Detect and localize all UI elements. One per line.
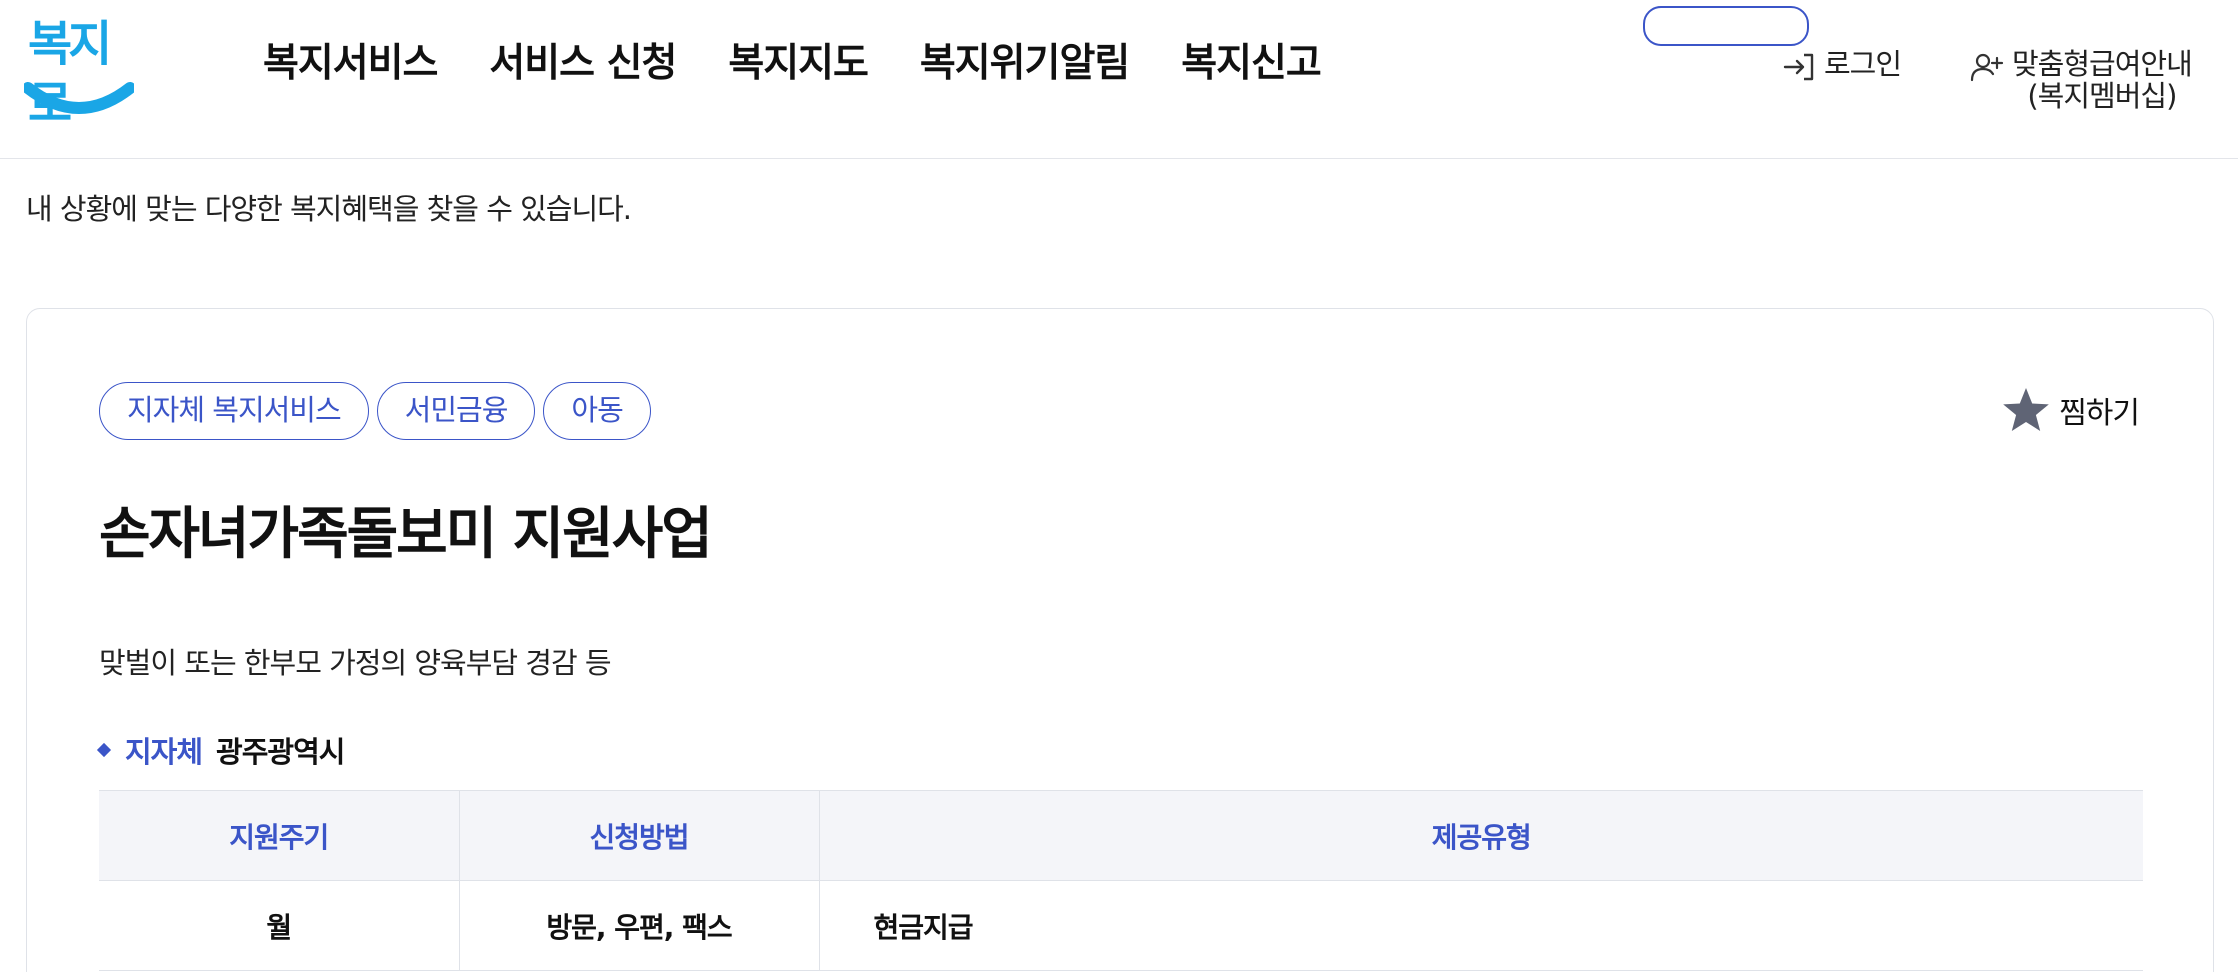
- service-summary: 맞벌이 또는 한부모 가정의 양육부담 경감 등: [99, 646, 612, 680]
- nav-item-welfare-services[interactable]: 복지서비스: [263, 36, 438, 92]
- header-provision-type: 제공유형: [818, 790, 2143, 881]
- diamond-bullet-icon: [96, 742, 112, 758]
- table-row: 월 방문, 우편, 팩스 현금지급: [99, 880, 2143, 971]
- service-title: 손자녀가족돌보미 지원사업: [99, 502, 713, 567]
- favorite-label: 찜하기: [2059, 396, 2140, 431]
- region-value: 광주광역시: [216, 735, 345, 769]
- cell-application-method: 방문, 우편, 팩스: [458, 880, 819, 971]
- service-info-table: 지원주기 신청방법 제공유형 월 방문, 우편, 팩스 현금지급: [99, 790, 2143, 971]
- main-nav: 복지서비스 서비스 신청 복지지도 복지위기알림 복지신고: [263, 6, 1809, 92]
- logo-smile-icon: [24, 82, 134, 114]
- header-application-method: 신청방법: [458, 790, 819, 881]
- star-icon: [2003, 388, 2049, 431]
- table-header-row: 지원주기 신청방법 제공유형: [99, 790, 2143, 881]
- cell-support-cycle: 월: [99, 880, 459, 971]
- site-header: 복지로 복지서비스 서비스 신청 복지지도 복지위기알림 복지신고 로그인 맞춤…: [0, 0, 2238, 159]
- login-label: 로그인: [1824, 47, 1902, 81]
- region-label: 지자체: [125, 735, 203, 769]
- custom-benefit-guide-link[interactable]: 맞춤형급여안내 (복지멤버십): [1970, 47, 2193, 113]
- nav-highlight-pill: [1643, 6, 1809, 46]
- site-logo[interactable]: 복지로: [24, 14, 134, 132]
- cell-provision-type: 현금지급: [818, 880, 2143, 971]
- nav-item-welfare-report[interactable]: 복지신고: [1181, 36, 1322, 92]
- service-detail-card: 지자체 복지서비스 서민금융 아동 찜하기 손자녀가족돌보미 지원사업 맞벌이 …: [26, 308, 2214, 972]
- login-link[interactable]: 로그인: [1782, 47, 1902, 84]
- custom-benefit-guide-line1: 맞춤형급여안내: [2012, 47, 2193, 81]
- tag-children[interactable]: 아동: [543, 382, 651, 440]
- service-tags: 지자체 복지서비스 서민금융 아동: [99, 382, 651, 440]
- header-support-cycle: 지원주기: [99, 790, 459, 881]
- user-plus-icon: [1970, 53, 2004, 82]
- nav-item-welfare-map[interactable]: 복지지도: [728, 36, 869, 92]
- tag-low-income-finance[interactable]: 서민금융: [376, 382, 536, 440]
- page-subtitle: 내 상황에 맞는 다양한 복지혜택을 찾을 수 있습니다.: [26, 192, 632, 226]
- login-arrow-icon: [1783, 53, 1814, 81]
- nav-item-service-application[interactable]: 서비스 신청: [489, 36, 677, 92]
- custom-benefit-guide-label: 맞춤형급여안내 (복지멤버십): [2012, 47, 2193, 113]
- tag-local-welfare-service[interactable]: 지자체 복지서비스: [99, 382, 369, 440]
- region-info: 지자체 광주광역시: [96, 729, 345, 771]
- favorite-button[interactable]: 찜하기: [2001, 385, 2140, 435]
- nav-item-welfare-crisis-alert[interactable]: 복지위기알림: [920, 36, 1130, 92]
- custom-benefit-guide-line2: (복지멤버십): [2027, 79, 2177, 113]
